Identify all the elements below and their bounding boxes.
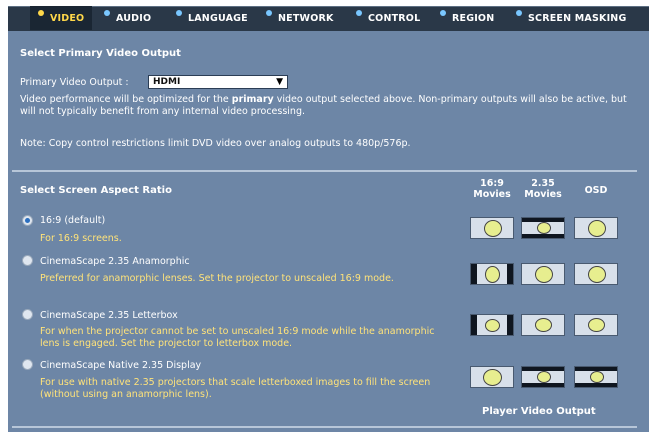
copy-control-note: Note: Copy control restrictions limit DV… <box>20 138 411 149</box>
desc-bold: primary <box>231 94 274 105</box>
preview-16-9-movie-icon <box>470 217 514 239</box>
option-title: CinemaScape 2.35 Anamorphic <box>40 256 190 267</box>
tab-region[interactable]: REGION <box>440 6 494 30</box>
primary-output-label: Primary Video Output : <box>20 77 129 88</box>
preview-2-35-movie-icon <box>521 366 565 388</box>
column-header-16-9-movies: 16:9 Movies <box>470 178 514 200</box>
tab-indicator-icon <box>516 10 522 16</box>
tab-label: CONTROL <box>368 12 421 24</box>
column-header-2-35-movies: 2.35 Movies <box>521 178 565 200</box>
column-header-line2: Movies <box>473 189 511 200</box>
tab-language[interactable]: LANGUAGE <box>176 6 248 30</box>
tab-network[interactable]: NETWORK <box>266 6 334 30</box>
radio-16-9-default[interactable] <box>22 215 33 226</box>
tab-indicator-icon <box>440 10 446 16</box>
tab-indicator-icon <box>266 10 272 16</box>
column-header-line1: 16:9 <box>480 178 504 189</box>
preview-osd-icon <box>574 366 618 388</box>
primary-output-value: HDMI <box>153 77 181 87</box>
section-divider <box>12 170 637 172</box>
column-header-line1: 2.35 <box>531 178 555 189</box>
option-title: CinemaScape Native 2.35 Display <box>40 360 202 371</box>
desc-pre: Video performance will be optimized for … <box>20 94 232 105</box>
tab-indicator-icon <box>38 10 44 16</box>
column-header-osd: OSD <box>574 185 618 196</box>
preview-2-35-movie-icon <box>521 263 565 285</box>
tab-label: NETWORK <box>278 12 334 24</box>
preview-2-35-movie-icon <box>521 314 565 336</box>
column-header-line2: Movies <box>524 189 562 200</box>
radio-cinemascape-letterbox[interactable] <box>22 309 33 320</box>
preview-16-9-movie-icon <box>470 366 514 388</box>
preview-16-9-movie-icon <box>470 263 514 285</box>
option-title: CinemaScape 2.35 Letterbox <box>40 310 178 321</box>
preview-osd-icon <box>574 217 618 239</box>
tab-indicator-icon <box>104 10 110 16</box>
tab-bar: VIDEO AUDIO LANGUAGE NETWORK CONTROL REG… <box>0 0 649 32</box>
tab-label: VIDEO <box>50 12 85 24</box>
option-description: For use with native 2.35 projectors that… <box>40 377 431 400</box>
player-video-output-caption: Player Video Output <box>482 406 596 417</box>
dropdown-arrow-icon: ▼ <box>276 77 283 87</box>
option-title: 16:9 (default) <box>40 215 106 226</box>
tab-audio[interactable]: AUDIO <box>104 6 151 30</box>
radio-cinemascape-anamorphic[interactable] <box>22 255 33 266</box>
tab-indicator-icon <box>356 10 362 16</box>
preview-16-9-movie-icon <box>470 314 514 336</box>
tab-control[interactable]: CONTROL <box>356 6 420 30</box>
tab-label: SCREEN MASKING <box>528 12 627 24</box>
tab-indicator-icon <box>176 10 182 16</box>
option-description: For 16:9 screens. <box>40 233 122 244</box>
primary-output-description: Video performance will be optimized for … <box>20 94 630 117</box>
tab-label: REGION <box>452 12 495 24</box>
primary-output-select[interactable]: HDMI ▼ <box>148 75 288 89</box>
option-description: For when the projector cannot be set to … <box>40 326 435 349</box>
bottom-divider <box>12 426 637 428</box>
preview-2-35-movie-icon <box>521 217 565 239</box>
preview-osd-icon <box>574 263 618 285</box>
radio-cinemascape-native[interactable] <box>22 359 33 370</box>
tab-screen-masking[interactable]: SCREEN MASKING <box>516 6 626 30</box>
tab-label: LANGUAGE <box>188 12 248 24</box>
aspect-ratio-heading: Select Screen Aspect Ratio <box>20 185 172 196</box>
column-header-line1: OSD <box>584 185 608 196</box>
tab-label: AUDIO <box>116 12 152 24</box>
tab-video[interactable]: VIDEO <box>30 6 93 30</box>
primary-output-heading: Select Primary Video Output <box>20 48 181 59</box>
option-description: Preferred for anamorphic lenses. Set the… <box>40 273 394 284</box>
preview-osd-icon <box>574 314 618 336</box>
